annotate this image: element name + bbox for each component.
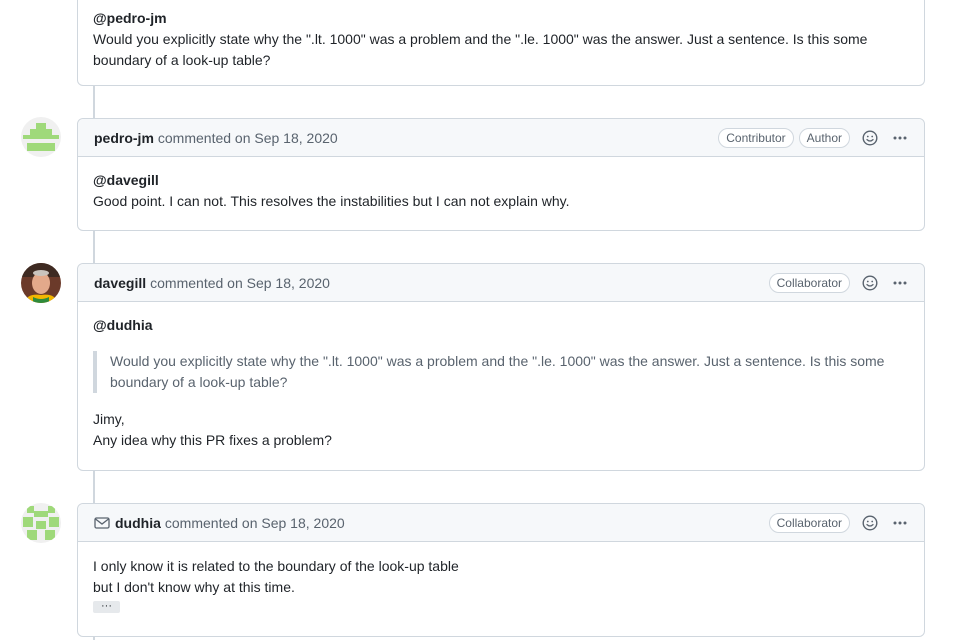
quoted-reply: Would you explicitly state why the ".lt.… [93,351,909,393]
comment-timestamp[interactable]: commented on Sep 18, 2020 [150,275,330,291]
timeline-connector [93,231,95,263]
timeline-connector [93,471,95,503]
comment-timestamp[interactable]: commented on Sep 18, 2020 [158,130,338,146]
comment-text-line: Any idea why this PR fixes a problem? [93,432,332,448]
comment-text-line: but I don't know why at this time. [93,579,295,595]
comment-timestamp[interactable]: commented on Sep 18, 2020 [165,515,345,531]
comment-pedro-jm: pedro-jm commented on Sep 18, 2020 Contr… [77,118,925,231]
comment-header: davegill commented on Sep 18, 2020 Colla… [78,264,924,302]
comment-text: Good point. I can not. This resolves the… [93,193,570,209]
comment-header: dudhia commented on Sep 18, 2020 Collabo… [78,504,924,542]
comment-davegill: davegill commented on Sep 18, 2020 Colla… [77,263,925,471]
comment-author[interactable]: davegill [94,275,146,291]
identicon-icon [21,503,61,543]
comment-text-line: I only know it is related to the boundar… [93,558,459,574]
smiley-icon[interactable] [862,129,878,146]
comment-pedro-jm-partial: @pedro-jm Would you explicitly state why… [77,0,925,86]
contributor-badge: Contributor [718,127,794,148]
author-badge: Author [798,127,850,148]
user-mention[interactable]: @dudhia [93,315,909,336]
user-mention[interactable]: @pedro-jm [93,8,909,29]
kebab-horizontal-icon[interactable] [892,130,908,146]
smiley-icon[interactable] [862,274,878,291]
comment-dudhia: dudhia commented on Sep 18, 2020 Collabo… [77,503,925,637]
avatar[interactable] [21,263,61,303]
collaborator-badge: Collaborator [768,512,850,533]
comment-author[interactable]: dudhia [115,515,161,531]
kebab-horizontal-icon[interactable] [892,275,908,291]
timeline-connector [93,86,95,118]
user-photo-icon [21,263,61,303]
mail-icon [94,516,110,530]
collaborator-badge: Collaborator [768,272,850,293]
user-mention[interactable]: @davegill [93,170,909,191]
identicon-icon [21,117,61,157]
kebab-horizontal-icon[interactable] [892,515,908,531]
comment-author[interactable]: pedro-jm [94,130,154,146]
smiley-icon[interactable] [862,514,878,531]
comment-header: pedro-jm commented on Sep 18, 2020 Contr… [78,119,924,157]
comment-text-line: Jimy, [93,411,125,427]
comment-text: Would you explicitly state why the ".lt.… [93,31,868,68]
avatar[interactable] [21,117,61,157]
avatar[interactable] [21,503,61,543]
show-hidden-text-button[interactable]: ··· [93,601,120,613]
